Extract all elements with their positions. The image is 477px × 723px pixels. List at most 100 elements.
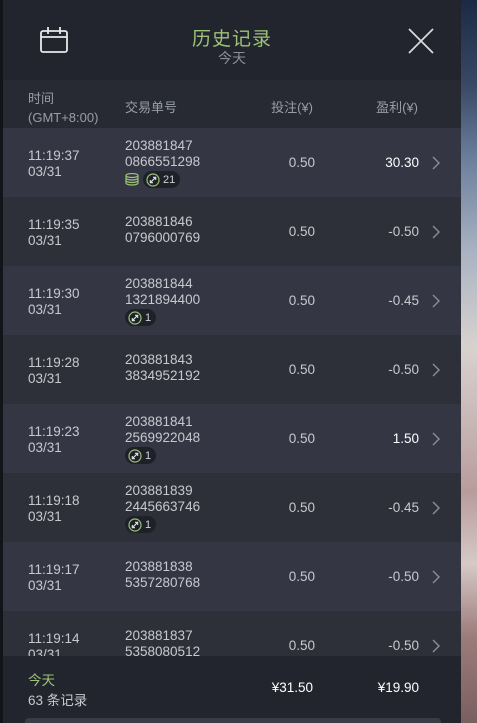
total-bet: ¥31.50 [271, 680, 313, 695]
history-row[interactable]: 11:19:30 03/31 203881844 1321894400 0.50 -0.4… [3, 266, 461, 335]
row-profit: -0.45 [388, 293, 419, 308]
row-transaction-id: 203881838 5357280768 [125, 559, 200, 591]
row-bet: 0.50 [288, 500, 315, 515]
row-id-line1: 203881844 [125, 276, 193, 291]
row-time-value: 11:19:14 [28, 631, 80, 646]
row-id-line1: 203881846 [125, 214, 193, 229]
row-date-value: 03/31 [28, 302, 62, 317]
row-profit: -0.45 [388, 500, 419, 515]
chevron-right-icon [432, 639, 440, 653]
chevron-right-icon [432, 432, 440, 446]
chevron-right-icon [432, 570, 440, 584]
chevron-right-icon [432, 363, 440, 377]
row-badges: 1 [125, 516, 157, 533]
row-id-line2: 3834952192 [125, 368, 201, 383]
bottom-handle [25, 718, 441, 723]
column-time: 时间 (GMT+8:00) [28, 89, 98, 127]
row-profit: -0.50 [388, 569, 419, 584]
row-id-line2: 5358080512 [125, 644, 201, 656]
history-row[interactable]: 11:19:35 03/31 203881846 0796000769 0.50 -0.5… [3, 197, 461, 266]
row-id-line1: 203881841 [125, 414, 193, 429]
row-bet: 0.50 [288, 569, 315, 584]
row-bet: 0.50 [288, 155, 315, 170]
row-bet: 0.50 [288, 638, 315, 653]
row-date-value: 03/31 [28, 164, 62, 179]
expand-arrows-icon [146, 172, 160, 187]
row-date-value: 03/31 [28, 647, 62, 656]
free-spin-count: 21 [163, 173, 176, 186]
close-icon[interactable] [407, 27, 435, 55]
panel-header: 历史记录 今天 [3, 0, 461, 80]
row-profit: -0.50 [388, 224, 419, 239]
row-time: 11:19:30 03/31 [28, 286, 80, 318]
column-bet: 投注(¥) [271, 100, 313, 115]
row-time-value: 11:19:35 [28, 217, 80, 232]
row-transaction-id: 203881847 0866551298 [125, 138, 200, 170]
row-badges: 1 [125, 447, 157, 464]
summary-footer: 今天 63 条记录 ¥31.50 ¥19.90 [3, 656, 461, 723]
row-time: 11:19:18 03/31 [28, 493, 80, 525]
row-time-value: 11:19:30 [28, 286, 80, 301]
expand-arrows-icon [128, 310, 142, 325]
free-spin-count: 1 [145, 449, 152, 462]
row-time: 11:19:14 03/31 [28, 631, 80, 656]
row-profit: -0.50 [388, 362, 419, 377]
chevron-right-icon [432, 501, 440, 515]
row-profit: -0.50 [388, 638, 419, 653]
row-id-line1: 203881838 [125, 559, 193, 574]
chevron-right-icon [432, 156, 440, 170]
free-spin-count: 1 [145, 311, 152, 324]
page-subtitle: 今天 [218, 50, 246, 66]
summary-period: 今天 [28, 673, 55, 688]
history-row[interactable]: 11:19:18 03/31 203881839 2445663746 0.50 -0.4… [3, 473, 461, 542]
history-list: 11:19:37 03/31 203881847 0866551298 0.50 30.3… [3, 128, 461, 656]
row-time: 11:19:23 03/31 [28, 424, 80, 456]
row-transaction-id: 203881844 1321894400 [125, 276, 200, 308]
free-spin-count: 1 [145, 518, 152, 531]
row-bet: 0.50 [288, 224, 315, 239]
free-spin-badge: 1 [125, 516, 157, 533]
row-profit: 30.30 [385, 155, 419, 170]
column-transaction-id: 交易单号 [125, 100, 178, 115]
free-spin-badge: 21 [143, 171, 181, 188]
history-row[interactable]: 11:19:28 03/31 203881843 3834952192 0.50 -0.5… [3, 335, 461, 404]
row-date-value: 03/31 [28, 578, 62, 593]
history-panel: 历史记录 今天 时间 (GMT+8:00) 交易单号 投注(¥) 盈利(¥) 1… [3, 0, 461, 723]
history-row[interactable]: 11:19:37 03/31 203881847 0866551298 0.50 30.3… [3, 128, 461, 197]
history-row[interactable]: 11:19:17 03/31 203881838 5357280768 0.50 -0.5… [3, 542, 461, 611]
row-id-line2: 0866551298 [125, 154, 201, 169]
coins-icon [125, 173, 139, 186]
expand-arrows-icon [128, 448, 142, 463]
chevron-right-icon [432, 294, 440, 308]
row-date-value: 03/31 [28, 440, 62, 455]
row-id-line1: 203881847 [125, 138, 193, 153]
column-time-label: 时间 [28, 91, 55, 106]
history-row[interactable]: 11:19:23 03/31 203881841 2569922048 0.50 1.50… [3, 404, 461, 473]
page-title: 历史记录 [191, 29, 272, 50]
expand-arrows-icon [128, 517, 142, 532]
column-time-zone: (GMT+8:00) [28, 110, 99, 125]
row-transaction-id: 203881841 2569922048 [125, 414, 200, 446]
row-id-line2: 2445663746 [125, 499, 201, 514]
row-time: 11:19:37 03/31 [28, 148, 80, 180]
column-header: 时间 (GMT+8:00) 交易单号 投注(¥) 盈利(¥) [3, 80, 461, 128]
free-spin-badge: 1 [125, 447, 157, 464]
row-time-value: 11:19:37 [28, 148, 80, 163]
row-id-line1: 203881837 [125, 628, 193, 643]
row-id-line2: 2569922048 [125, 430, 201, 445]
row-bet: 0.50 [288, 362, 315, 377]
row-date-value: 03/31 [28, 509, 62, 524]
row-badges: 21 [125, 171, 181, 188]
row-time: 11:19:28 03/31 [28, 355, 80, 387]
row-id-line1: 203881839 [125, 483, 193, 498]
row-transaction-id: 203881843 3834952192 [125, 352, 200, 384]
row-bet: 0.50 [288, 293, 315, 308]
row-profit: 1.50 [392, 431, 419, 446]
history-row[interactable]: 11:19:14 03/31 203881837 5358080512 0.50 -0.5… [3, 611, 461, 656]
row-id-line2: 5357280768 [125, 575, 201, 590]
row-time-value: 11:19:18 [28, 493, 80, 508]
row-transaction-id: 203881837 5358080512 [125, 628, 200, 656]
row-badges: 1 [125, 309, 157, 326]
row-time-value: 11:19:17 [28, 562, 80, 577]
row-id-line1: 203881843 [125, 352, 193, 367]
